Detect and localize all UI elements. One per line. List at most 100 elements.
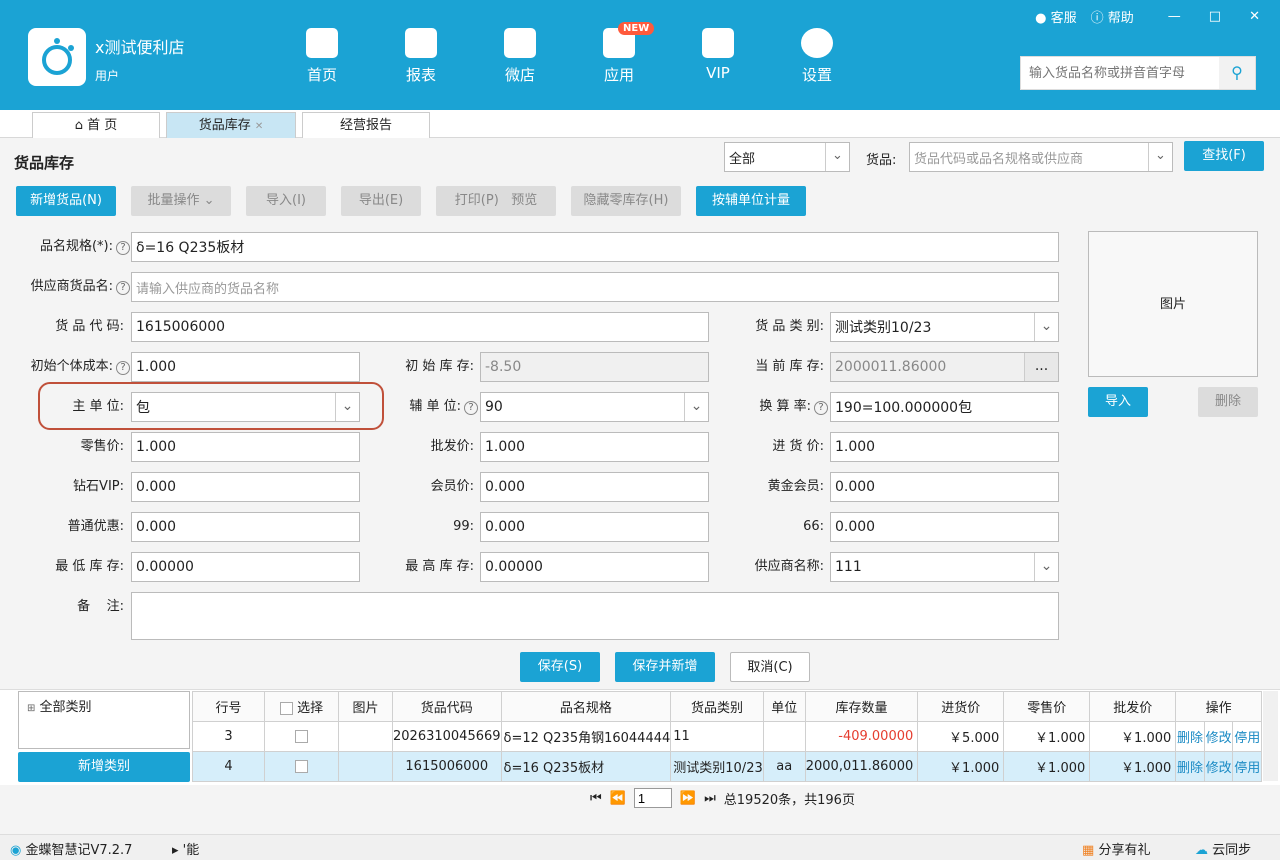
row-checkbox[interactable] <box>295 760 308 773</box>
row-delete-link[interactable]: 删除 <box>1175 721 1205 752</box>
code-field[interactable]: 1615006000 <box>131 312 709 342</box>
import-button[interactable]: 导入(I) <box>246 186 326 216</box>
purchase-field[interactable]: 1.000 <box>830 432 1059 462</box>
service-link[interactable]: ● 客服 <box>1035 7 1077 26</box>
category-select[interactable]: 全部 ⌄ <box>724 142 850 172</box>
expand-icon[interactable]: ⊞ <box>27 703 35 714</box>
add-goods-button[interactable]: 新增货品(N) <box>16 186 116 216</box>
category-field[interactable]: 测试类别10/23 ⌄ <box>830 312 1059 342</box>
first-page-icon[interactable]: ⏮ <box>590 791 602 806</box>
chevron-down-icon: ⌄ <box>1148 143 1172 171</box>
gold-value: 0.000 <box>835 479 876 495</box>
prev-page-icon[interactable]: ⏪ <box>610 791 626 806</box>
maximize-icon[interactable]: □ <box>1209 9 1221 24</box>
save-new-button[interactable]: 保存并新增 <box>615 652 715 682</box>
sync-link[interactable]: ☁ 云同步 <box>1195 839 1251 858</box>
diamond-field[interactable]: 0.000 <box>131 472 360 502</box>
ratio-field[interactable]: 190=100.000000包 <box>830 392 1059 422</box>
col-header[interactable]: 选择 <box>264 691 339 722</box>
col-header[interactable]: 零售价 <box>1003 691 1091 722</box>
col-header[interactable]: 图片 <box>338 691 393 722</box>
save-button[interactable]: 保存(S) <box>520 652 600 682</box>
normal-field[interactable]: 0.000 <box>131 512 360 542</box>
row-edit-link[interactable]: 修改 <box>1203 751 1234 782</box>
search-input[interactable] <box>1021 57 1216 89</box>
select-all-checkbox[interactable] <box>279 702 293 715</box>
help-icon[interactable]: ? <box>116 241 130 255</box>
cancel-button[interactable]: 取消(C) <box>730 652 810 682</box>
p66-field[interactable]: 0.000 <box>830 512 1059 542</box>
export-button[interactable]: 导出(E) <box>341 186 421 216</box>
help-icon[interactable]: ? <box>814 401 828 415</box>
remark-field[interactable] <box>131 592 1059 640</box>
nav-settings[interactable]: 设置 <box>782 28 852 85</box>
nav-apps[interactable]: 应用 <box>584 28 654 85</box>
retail-field[interactable]: 1.000 <box>131 432 360 462</box>
help-link[interactable]: ⓘ 帮助 <box>1091 7 1134 26</box>
row-image <box>338 721 393 752</box>
find-button[interactable]: 查找(F) <box>1184 141 1264 171</box>
nav-report[interactable]: 报表 <box>386 28 456 85</box>
image-delete-button[interactable]: 删除 <box>1198 387 1258 417</box>
add-category-button[interactable]: 新增类别 <box>18 752 190 782</box>
gold-field[interactable]: 0.000 <box>830 472 1059 502</box>
nav-label: 应用 <box>603 66 634 84</box>
min-stock-field[interactable]: 0.00000 <box>131 552 360 582</box>
print-button[interactable]: 打印(P) 预览 <box>436 186 556 216</box>
nav-shop[interactable]: 微店 <box>485 28 555 85</box>
row-disable-link[interactable]: 停用 <box>1232 721 1262 752</box>
nav-vip[interactable]: VIP <box>683 28 753 82</box>
wholesale-field[interactable]: 1.000 <box>480 432 709 462</box>
row-checkbox[interactable] <box>295 730 308 743</box>
tab-report[interactable]: 经营报告 <box>302 112 430 138</box>
supplier-select[interactable]: 111 ⌄ <box>830 552 1059 582</box>
table-row[interactable]: 4 1615006000 δ=16 Q235板材 测试类别10/23 aa 20… <box>192 751 1262 782</box>
tab-close-icon[interactable]: ✕ <box>255 121 263 132</box>
col-header[interactable]: 单位 <box>762 691 806 722</box>
search-icon[interactable]: ⚲ <box>1219 57 1255 89</box>
table-row[interactable]: 3 2026310045669 δ=12 Q235角钢16044444 11 -… <box>192 721 1262 752</box>
col-header[interactable]: 货品代码 <box>392 691 502 722</box>
supplier-name-field[interactable]: 请输入供应商的货品名称 <box>131 272 1059 302</box>
goods-search-select[interactable]: 货品代码或品名规格或供应商 ⌄ <box>909 142 1173 172</box>
max-stock-field[interactable]: 0.00000 <box>480 552 709 582</box>
col-header[interactable]: 批发价 <box>1089 691 1177 722</box>
nav-home[interactable]: 首页 <box>287 28 357 85</box>
preview-label[interactable]: 预览 <box>511 193 537 208</box>
help-icon[interactable]: ? <box>464 401 478 415</box>
name-field[interactable]: δ=16 Q235板材 <box>131 232 1059 262</box>
main-unit-select[interactable]: 包 ⌄ <box>131 392 360 422</box>
tree-root[interactable]: 全部类别 <box>40 700 92 715</box>
p99-field[interactable]: 0.000 <box>480 512 709 542</box>
minimize-icon[interactable]: — <box>1168 9 1181 24</box>
help-icon[interactable]: ? <box>116 281 130 295</box>
batch-ops-button[interactable]: 批量操作 ⌄ <box>131 186 231 216</box>
normal-label: 普通优惠: <box>67 519 124 534</box>
col-header[interactable]: 库存数量 <box>804 691 919 722</box>
diamond-label: 钻石VIP: <box>73 479 124 494</box>
page-input[interactable] <box>633 788 672 808</box>
help-icon[interactable]: ? <box>116 361 130 375</box>
row-disable-link[interactable]: 停用 <box>1232 751 1262 782</box>
member-field[interactable]: 0.000 <box>480 472 709 502</box>
col-header[interactable]: 行号 <box>192 691 265 722</box>
row-delete-link[interactable]: 删除 <box>1175 751 1205 782</box>
aux-unit-button[interactable]: 按辅单位计量 <box>696 186 806 216</box>
col-header[interactable]: 品名规格 <box>500 691 672 722</box>
close-icon[interactable]: ✕ <box>1249 9 1260 24</box>
tab-home[interactable]: ⌂ 首 页 <box>32 112 160 138</box>
last-page-icon[interactable]: ⏭ <box>704 791 716 806</box>
row-code: 1615006000 <box>392 751 502 782</box>
aux-unit-select[interactable]: 90 ⌄ <box>480 392 709 422</box>
more-button[interactable]: ... <box>1024 353 1058 381</box>
share-link[interactable]: ▦ 分享有礼 <box>1082 839 1150 858</box>
hide-zero-button[interactable]: 隐藏零库存(H) <box>571 186 681 216</box>
next-page-icon[interactable]: ⏩ <box>680 791 696 806</box>
image-import-button[interactable]: 导入 <box>1088 387 1148 417</box>
grid-scrollbar[interactable] <box>1263 691 1278 781</box>
tab-inventory[interactable]: 货品库存 ✕ <box>166 112 296 138</box>
col-header[interactable]: 进货价 <box>917 691 1005 722</box>
row-edit-link[interactable]: 修改 <box>1203 721 1234 752</box>
init-cost-field[interactable]: 1.000 <box>131 352 360 382</box>
col-header[interactable]: 货品类别 <box>670 691 764 722</box>
